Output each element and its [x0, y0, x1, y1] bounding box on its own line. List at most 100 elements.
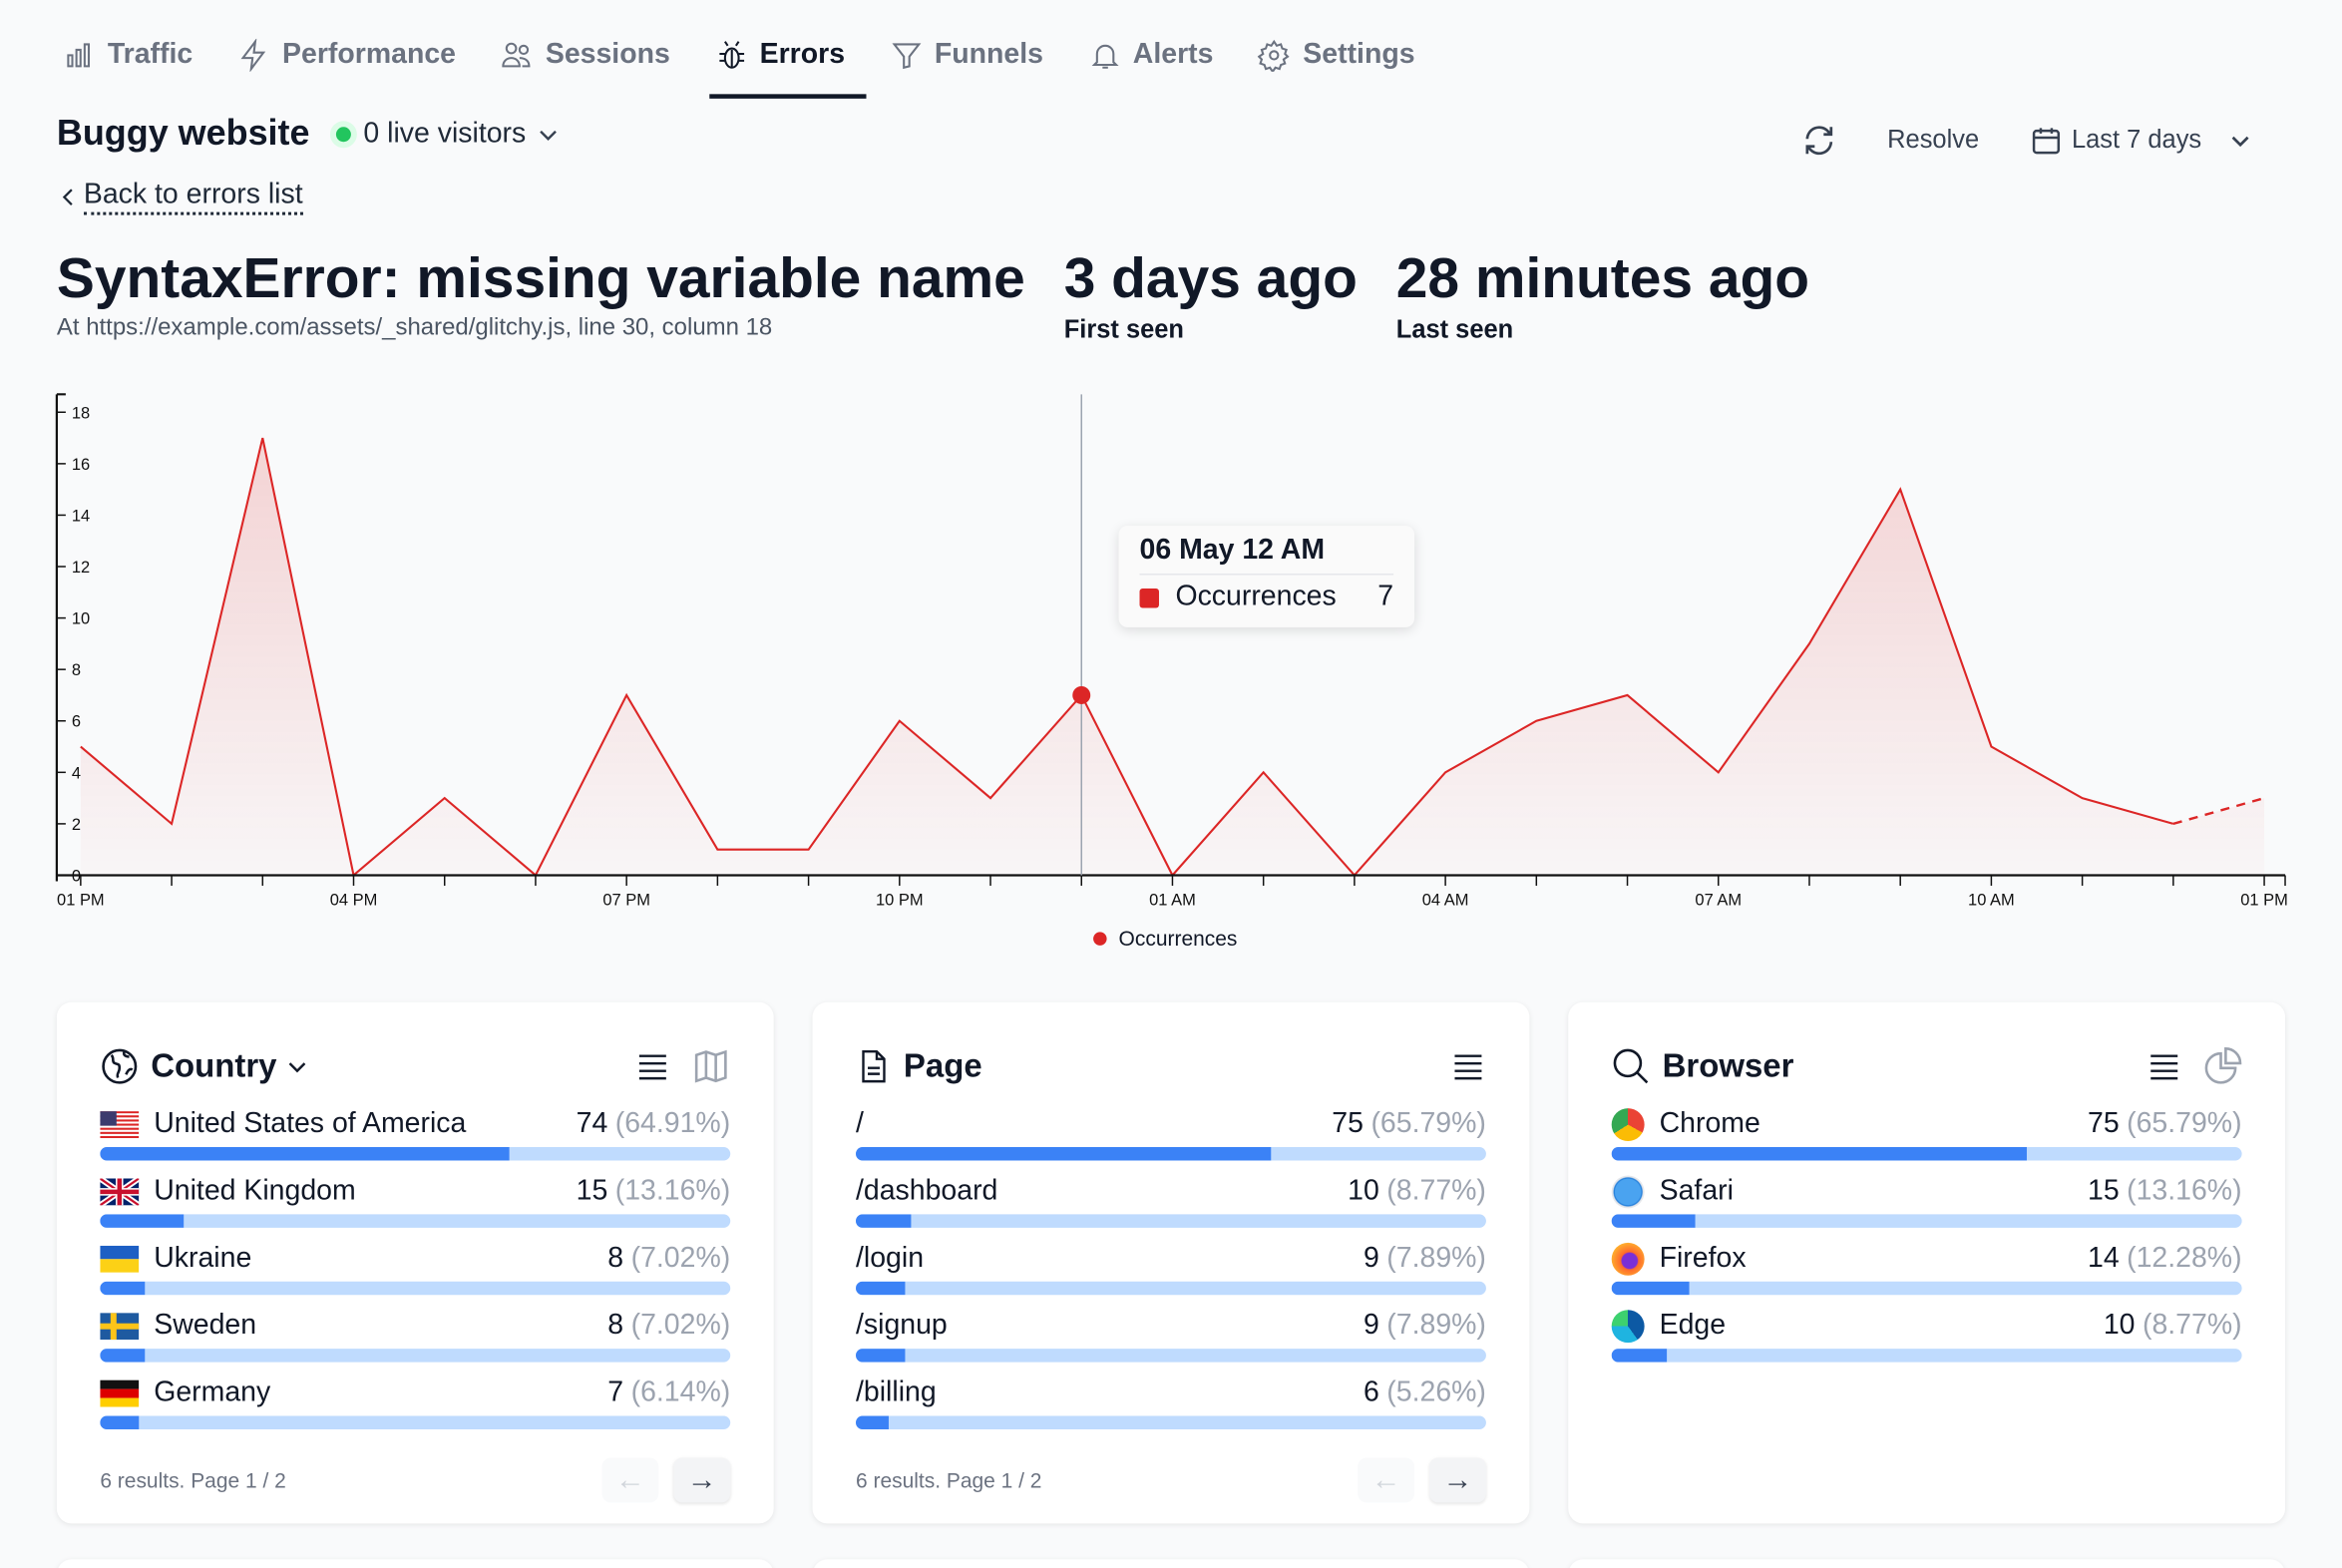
tab-alerts[interactable]: Alerts	[1082, 33, 1235, 93]
list-item[interactable]: Germany 7 (6.14%)	[100, 1372, 731, 1439]
share-bar-fill	[1611, 1214, 1695, 1228]
tab-errors[interactable]: Errors	[708, 33, 867, 99]
item-name: United States of America	[154, 1108, 467, 1140]
list-view-icon[interactable]	[634, 1048, 670, 1084]
document-icon	[862, 1049, 886, 1083]
x-tick-label: 01 PM	[57, 891, 105, 909]
flag-de-icon	[100, 1379, 140, 1407]
list-item[interactable]: Sweden 8 (7.02%)	[100, 1306, 731, 1372]
date-range-label: Last 7 days	[2071, 125, 2202, 155]
item-count: 6	[1363, 1376, 1379, 1409]
date-range-select[interactable]: Last 7 days	[2030, 124, 2252, 157]
chrome-icon	[1611, 1108, 1645, 1142]
refresh-icon[interactable]	[1800, 123, 1836, 159]
list-view-icon[interactable]	[2147, 1048, 2182, 1084]
y-tick-label: 2	[72, 816, 81, 834]
prev-page-button[interactable]: ←	[1358, 1457, 1415, 1503]
y-tick-label: 0	[72, 867, 81, 885]
live-visitors-label: 0 live visitors	[363, 118, 527, 150]
bell-icon	[1090, 44, 1118, 69]
item-percent: (13.16%)	[2127, 1175, 2242, 1207]
flag-ua-icon	[100, 1245, 140, 1273]
list-item[interactable]: Firefox 14 (12.28%)	[1611, 1238, 2242, 1305]
tab-label: Traffic	[107, 38, 194, 71]
last-seen-value: 28 minutes ago	[1395, 247, 1810, 311]
list-item[interactable]: /billing 6 (5.26%)	[856, 1372, 1486, 1439]
legend-dot-icon	[1093, 931, 1107, 946]
tab-sessions[interactable]: Sessions	[495, 33, 691, 93]
share-bar	[100, 1281, 731, 1296]
users-icon	[502, 42, 531, 68]
item-count: 75	[2087, 1108, 2120, 1140]
share-bar	[100, 1415, 731, 1430]
flag-se-icon	[100, 1313, 140, 1341]
pagination-info: 6 results. Page 1 / 2	[100, 1467, 286, 1492]
item-percent: (7.89%)	[1386, 1310, 1486, 1342]
flag-us-icon	[100, 1111, 140, 1139]
list-item[interactable]: United Kingdom 15 (13.16%)	[100, 1171, 731, 1238]
tab-funnels[interactable]: Funnels	[884, 33, 1064, 93]
next-card	[812, 1559, 1530, 1568]
funnel-icon	[891, 43, 921, 70]
tab-traffic[interactable]: Traffic	[57, 33, 213, 93]
item-name: /signup	[856, 1310, 948, 1342]
back-to-errors-link[interactable]: Back to errors list	[60, 180, 303, 215]
list-item[interactable]: /signup 9 (7.89%)	[856, 1306, 1486, 1372]
last-seen-label: Last seen	[1395, 314, 1514, 344]
firefox-icon	[1611, 1242, 1645, 1276]
pie-chart-icon[interactable]	[2203, 1047, 2242, 1086]
x-tick-label: 01 AM	[1149, 891, 1196, 909]
tab-performance[interactable]: Performance	[231, 33, 477, 93]
share-bar	[100, 1349, 731, 1363]
share-bar-fill	[100, 1349, 145, 1363]
tab-label: Errors	[759, 38, 846, 71]
occurrences-chart[interactable]: 0 2 4 6 8 10 12 14 16 18 01 PM 04 PM 07 PM 10 PM 01 AM…	[0, 381, 2342, 979]
next-page-button[interactable]: →	[673, 1457, 731, 1503]
main-tabs: Traffic Performance Sessions Errors Funnels A…	[57, 33, 1454, 99]
edge-icon	[1611, 1310, 1645, 1344]
share-bar	[100, 1147, 731, 1161]
tooltip-value: 7	[1377, 581, 1394, 612]
y-tick-label: 8	[72, 661, 81, 679]
series-swatch-icon	[1139, 588, 1159, 607]
item-count: 74	[576, 1108, 608, 1140]
list-view-icon[interactable]	[1450, 1048, 1486, 1084]
list-item[interactable]: /login 9 (7.89%)	[856, 1238, 1486, 1305]
share-bar-fill	[100, 1281, 145, 1296]
list-item[interactable]: /dashboard 10 (8.77%)	[856, 1171, 1486, 1238]
live-visitors-dropdown[interactable]: 0 live visitors	[336, 118, 559, 151]
tab-settings[interactable]: Settings	[1252, 33, 1435, 93]
share-bar	[856, 1214, 1486, 1228]
list-item[interactable]: United States of America 74 (64.91%)	[100, 1104, 731, 1171]
item-name: Germany	[154, 1376, 271, 1409]
globe-icon	[102, 1048, 138, 1084]
item-count: 15	[576, 1175, 608, 1207]
next-page-button[interactable]: →	[1429, 1457, 1486, 1503]
chevron-left-icon	[62, 189, 73, 205]
share-bar	[856, 1415, 1486, 1430]
chevron-down-icon[interactable]	[285, 1054, 309, 1078]
first-seen-value: 3 days ago	[1063, 247, 1358, 311]
map-view-icon[interactable]	[691, 1047, 730, 1086]
prev-page-button[interactable]: ←	[601, 1457, 659, 1503]
item-percent: (8.77%)	[2142, 1310, 2242, 1342]
page-list: /75 (65.79%)/dashboard 10 (8.77%)/login 9 (7.…	[856, 1104, 1486, 1440]
list-item[interactable]: Chrome 75 (65.79%)	[1611, 1104, 2242, 1171]
list-item[interactable]: / 75 (65.79%)	[856, 1104, 1486, 1171]
list-item[interactable]: Ukraine 8 (7.02%)	[100, 1238, 731, 1305]
tab-label: Sessions	[545, 38, 670, 71]
card-title[interactable]: Country	[151, 1047, 276, 1086]
item-count: 8	[607, 1242, 624, 1275]
chart-legend[interactable]: Occurrences	[1093, 926, 1237, 950]
resolve-button[interactable]: Resolve	[1887, 126, 1979, 156]
x-tick-label: 04 PM	[330, 891, 378, 909]
card-title: Page	[903, 1046, 982, 1085]
list-item[interactable]: Edge 10 (8.77%)	[1611, 1306, 2242, 1372]
x-tick-label: 10 AM	[1968, 891, 2015, 909]
error-location: At https://example.com/assets/_shared/gl…	[56, 314, 773, 341]
hover-point	[1072, 685, 1091, 704]
y-tick-label: 16	[72, 456, 90, 474]
list-item[interactable]: Safari 15 (13.16%)	[1611, 1171, 2242, 1238]
tab-label: Alerts	[1132, 38, 1214, 71]
item-name: Firefox	[1659, 1242, 1747, 1275]
